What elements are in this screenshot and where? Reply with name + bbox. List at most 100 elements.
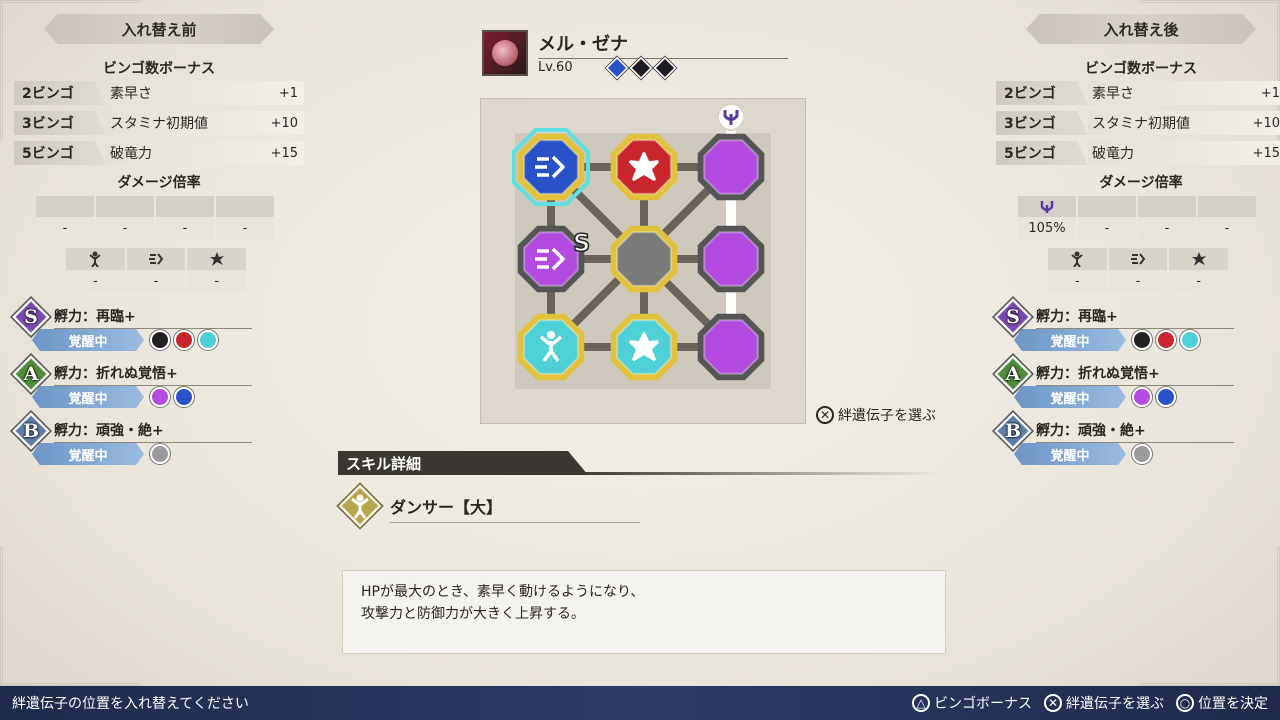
bonus-row: 3ビンゴ スタミナ初期値 +10 [14,110,304,136]
cell-gem [523,231,579,287]
awakened-badge: 覚醒中 [32,329,144,351]
skill-name: 孵力：頑強・絶+ [1036,420,1234,443]
cross-button-icon: ✕ [1044,694,1062,712]
choose-gene-action[interactable]: ✕ 絆遺伝子を選ぶ [1044,693,1164,713]
skill-detail-name: ダンサー【大】 [390,494,640,523]
awakened-skill[interactable]: S 孵力：再臨+ 覚醒中 [12,298,304,357]
instruction-text: 絆遺伝子の位置を入れ替えてください [12,696,249,712]
damage-value: - [242,221,248,236]
awakened-skill[interactable]: B 孵力：頑強・絶+ 覚醒中 [994,412,1280,471]
attribute-grid: - - - [66,248,246,292]
confirm-position-action[interactable]: ○ 位置を決定 [1176,693,1268,713]
bingo-cell[interactable] [610,133,678,201]
damage-value: 105% [1028,221,1066,236]
action-label: 絆遺伝子を選ぶ [1066,696,1164,712]
dancer-head [547,331,555,339]
awakened-skill[interactable]: B 孵力：頑強・絶+ 覚醒中 [12,412,304,471]
action-label: ビンゴボーナス [934,696,1032,712]
bingo-cell[interactable] [697,133,765,201]
bingo-cell[interactable] [697,313,765,381]
speed-icon [1130,253,1146,265]
s-grade-marker: S [573,229,590,257]
water-gene-icon [1156,387,1176,407]
attr-value: - [92,273,98,289]
monster-name: メル・ゼナ [538,30,788,59]
wind-gene-icon [1180,330,1200,350]
skill-grade: B [22,420,40,442]
awakened-badge: 覚醒中 [1014,443,1126,465]
bonus-key: 2ビンゴ [14,81,106,105]
damage-grid: 105% - - - [1018,196,1256,240]
attr-value: - [1196,273,1202,289]
damage-value: - [62,221,68,236]
awakened-skill[interactable]: S 孵力：再臨+ 覚醒中 [994,298,1280,357]
awakened-badge: 覚醒中 [1014,329,1126,351]
bingo-cell[interactable] [512,128,590,206]
attr-value: - [1074,273,1080,289]
fang-gene-icon [150,387,170,407]
desc-line: 攻撃力と防御力が大きく上昇する。 [361,606,585,622]
after-panel: 入れ替え後 ビンゴ数ボーナス 2ビンゴ 素早さ +1 3ビンゴ スタミナ初期値 +1… [994,14,1280,471]
fang-icon [1040,200,1054,213]
bonus-row: 2ビンゴ 素早さ +1 [14,80,304,106]
attr-value: - [153,273,159,289]
bingo-cell[interactable] [610,225,678,293]
skill-name: 孵力：折れぬ覚悟+ [54,363,252,386]
bottom-help-bar: 絆遺伝子の位置を入れ替えてください △ ビンゴボーナス ✕ 絆遺伝子を選ぶ ○ … [0,686,1280,720]
awakened-skill[interactable]: A 孵力：折れぬ覚悟+ 覚醒中 [994,355,1280,414]
bingo-cell[interactable] [610,313,678,381]
monster-portrait [482,30,528,76]
damage-grid: - - - - [36,196,274,240]
skill-detail-header: スキル詳細 [338,451,938,475]
cell-gem [703,319,759,375]
bonus-key: 3ビンゴ [14,111,106,135]
bingo-cell[interactable] [697,225,765,293]
awakened-badge: 覚醒中 [32,386,144,408]
bonus-value: +1 [1260,85,1280,101]
panel-title: 入れ替え前 [44,14,274,44]
corner-ornament [0,546,140,686]
dancer-icon [1071,251,1083,267]
awakened-skill[interactable]: A 孵力：折れぬ覚悟+ 覚醒中 [12,355,304,414]
skill-grade: S [24,306,38,328]
cross-button-icon: ✕ [816,406,834,424]
awakened-badge: 覚醒中 [1014,386,1126,408]
neutral-gene-icon [150,444,170,464]
dancer-icon [351,494,369,519]
divider [578,472,938,475]
panel-title: 入れ替え後 [1026,14,1256,44]
wind-gene-icon [198,330,218,350]
bonus-row: 3ビンゴ スタミナ初期値 +10 [996,110,1280,136]
fire-gene-icon [1156,330,1176,350]
fang-icon [653,56,677,80]
triangle-button-icon: △ [912,694,930,712]
bingo-bonus-title: ビンゴ数ボーナス [1085,61,1197,77]
cell-gem [523,139,579,195]
damage-rate-title: ダメージ倍率 [1099,175,1183,191]
corner-ornament [1140,546,1280,686]
skill-grade: B [1004,420,1022,442]
speed-icon [605,56,629,80]
attr-value: - [214,273,220,289]
bonus-stat: スタミナ初期値 [1092,116,1190,132]
damage-value: - [182,221,188,236]
dancer-gene-icon [150,330,170,350]
cell-gem [616,231,672,287]
damage-value: - [1164,221,1170,236]
skill-grade: A [1005,363,1021,385]
bonus-stat: 破竜力 [1092,146,1134,162]
bonus-value: +10 [270,115,298,131]
choose-gene-label: 絆遺伝子を選ぶ [838,408,936,424]
before-panel: 入れ替え前 ビンゴ数ボーナス 2ビンゴ 素早さ +1 3ビンゴ スタミナ初期値 +1… [12,14,304,471]
dancer-gene-icon [1132,330,1152,350]
bonus-key: 5ビンゴ [996,141,1088,165]
cell-gem [703,139,759,195]
bonus-stat: 素早さ [110,86,152,102]
bingo-bonus-action[interactable]: △ ビンゴボーナス [912,693,1032,713]
bingo-cell[interactable] [517,313,585,381]
bonus-stat: 素早さ [1092,86,1134,102]
choose-gene-hint[interactable]: ✕ 絆遺伝子を選ぶ [816,405,936,425]
burst-icon [1191,252,1206,266]
bingo-board: S [480,98,806,424]
attr-value: - [1135,273,1141,289]
